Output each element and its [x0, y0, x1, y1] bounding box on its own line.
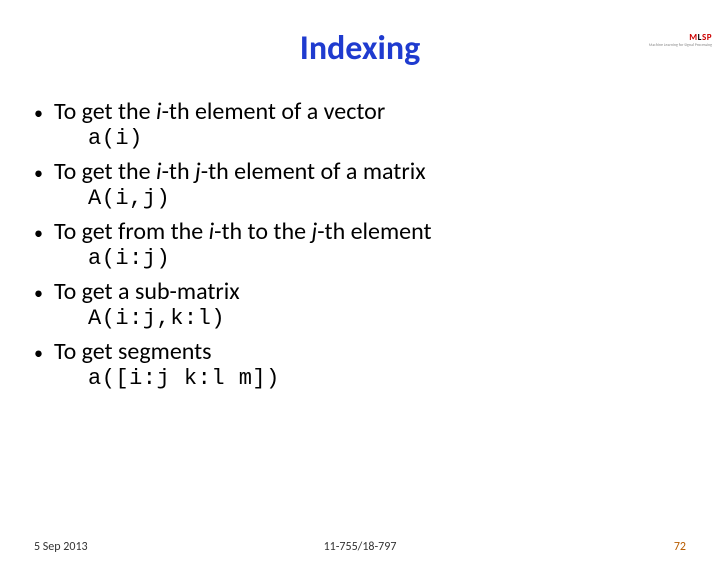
logo-p: P	[707, 32, 712, 43]
code-line: a(i)	[88, 126, 686, 151]
code-line: a(i:j)	[88, 246, 686, 271]
bullet-text: To get the i-th j-th element of a matrix	[54, 157, 686, 186]
bullet-dot: •	[34, 161, 54, 185]
bullet-dot: •	[34, 101, 54, 125]
bullet-text: To get a sub-matrix	[54, 277, 686, 306]
bullet-item: • To get from the i-th to the j-th eleme…	[34, 217, 686, 246]
bullet-text: To get from the i-th to the j-th element	[54, 217, 686, 246]
code-line: A(i:j,k:l)	[88, 306, 686, 331]
code-line: A(i,j)	[88, 186, 686, 211]
logo-m: M	[689, 32, 697, 43]
bullet-item: • To get a sub-matrix	[34, 277, 686, 306]
footer-course: 11-755/18-797	[0, 540, 720, 554]
slide-content: • To get the i-th element of a vector a(…	[0, 97, 720, 391]
bullet-item: • To get the i-th element of a vector	[34, 97, 686, 126]
bullet-item: • To get the i-th j-th element of a matr…	[34, 157, 686, 186]
bullet-text: To get the i-th element of a vector	[54, 97, 686, 126]
logo-subtitle: Machine Learning for Signal Processing	[649, 43, 712, 48]
code-line: a([i:j k:l m])	[88, 366, 686, 391]
logo: MLSP	[689, 32, 712, 43]
bullet-item: • To get segments	[34, 337, 686, 366]
bullet-text: To get segments	[54, 337, 686, 366]
slide-footer: 5 Sep 2013 11-755/18-797 72	[0, 540, 720, 554]
bullet-dot: •	[34, 221, 54, 245]
slide-title: Indexing	[0, 28, 720, 69]
bullet-dot: •	[34, 341, 54, 365]
bullet-dot: •	[34, 281, 54, 305]
